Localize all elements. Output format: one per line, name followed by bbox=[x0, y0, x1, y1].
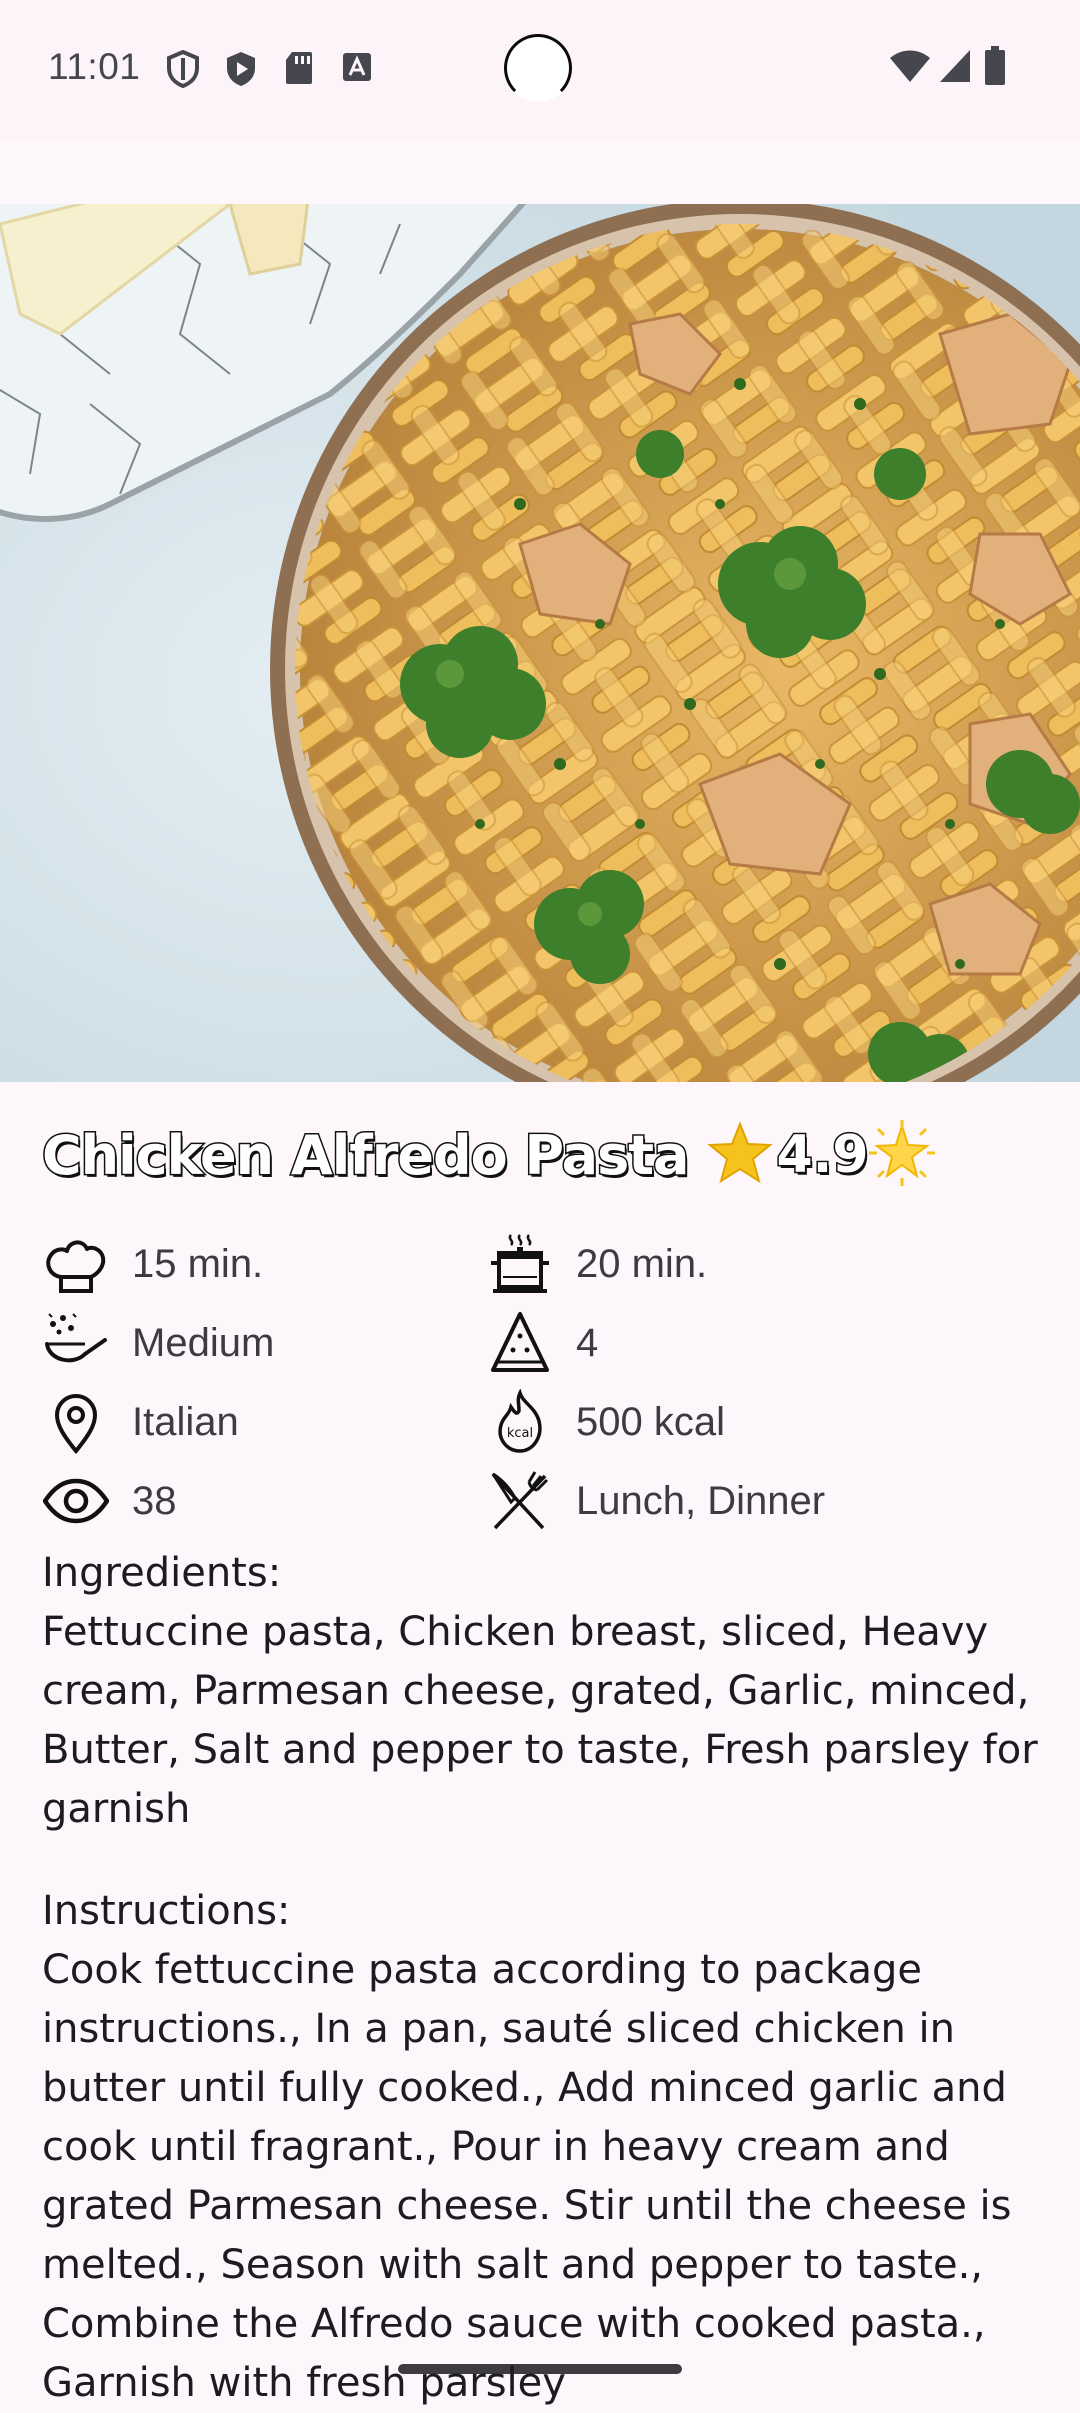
star-icon bbox=[706, 1121, 773, 1189]
camera-cutout bbox=[504, 34, 572, 102]
a-badge-icon bbox=[340, 50, 374, 88]
fork-knife-icon bbox=[486, 1467, 554, 1535]
status-time: 11:01 bbox=[48, 46, 141, 87]
calories: kcal 500 kcal bbox=[486, 1386, 725, 1458]
prep-time-value: 15 min. bbox=[132, 1241, 264, 1286]
instructions-label: Instructions: bbox=[42, 1888, 291, 1934]
recipe-photo bbox=[0, 204, 1080, 1082]
sparkle-star-icon bbox=[868, 1120, 935, 1190]
shield-outline-icon bbox=[166, 49, 200, 92]
instructions-text: Cook fettuccine pasta according to packa… bbox=[42, 1947, 1012, 2406]
status-bar: 11:01 bbox=[0, 0, 1080, 140]
prep-time: 15 min. bbox=[42, 1228, 263, 1300]
pizza-slice-icon bbox=[486, 1309, 554, 1377]
cuisine-value: Italian bbox=[132, 1399, 239, 1444]
meal-type-value: Lunch, Dinner bbox=[576, 1478, 826, 1523]
sd-card-icon bbox=[284, 50, 314, 90]
views: 38 bbox=[42, 1465, 177, 1537]
home-indicator[interactable] bbox=[398, 2364, 682, 2374]
wok-tossing-icon bbox=[42, 1309, 110, 1377]
battery-icon bbox=[984, 46, 1006, 90]
cuisine: Italian bbox=[42, 1386, 239, 1458]
ingredients-label: Ingredients: bbox=[42, 1550, 282, 1596]
servings-value: 4 bbox=[576, 1320, 599, 1365]
recipe-meta: 15 min. 20 min. Medium 4 Italian kcal 50… bbox=[42, 1228, 1042, 1544]
recipe-details: Chicken Alfredo Pasta 4.9 15 min. 20 min… bbox=[41, 1110, 1042, 2413]
ingredients-text: Fettuccine pasta, Chicken breast, sliced… bbox=[42, 1609, 1038, 1832]
cooking-pot-icon bbox=[486, 1230, 554, 1298]
title-row: Chicken Alfredo Pasta 4.9 bbox=[41, 1110, 1042, 1200]
cook-time: 20 min. bbox=[486, 1228, 707, 1300]
kcal-flame-icon: kcal bbox=[486, 1388, 554, 1456]
views-value: 38 bbox=[132, 1478, 177, 1523]
cell-signal-icon bbox=[938, 48, 972, 88]
servings: 4 bbox=[486, 1307, 598, 1379]
recipe-title: Chicken Alfredo Pasta bbox=[41, 1122, 691, 1188]
wifi-icon bbox=[888, 48, 932, 88]
svg-text:kcal: kcal bbox=[507, 1426, 533, 1441]
difficulty: Medium bbox=[42, 1307, 274, 1379]
calories-value: 500 kcal bbox=[576, 1399, 725, 1444]
meal-type: Lunch, Dinner bbox=[486, 1465, 825, 1537]
play-protect-icon bbox=[224, 50, 258, 92]
chef-hat-icon bbox=[42, 1230, 110, 1298]
eye-icon bbox=[42, 1467, 110, 1535]
rating-value: 4.9 bbox=[775, 1124, 870, 1187]
difficulty-value: Medium bbox=[132, 1320, 275, 1365]
cook-time-value: 20 min. bbox=[576, 1241, 708, 1286]
location-pin-icon bbox=[42, 1388, 110, 1456]
